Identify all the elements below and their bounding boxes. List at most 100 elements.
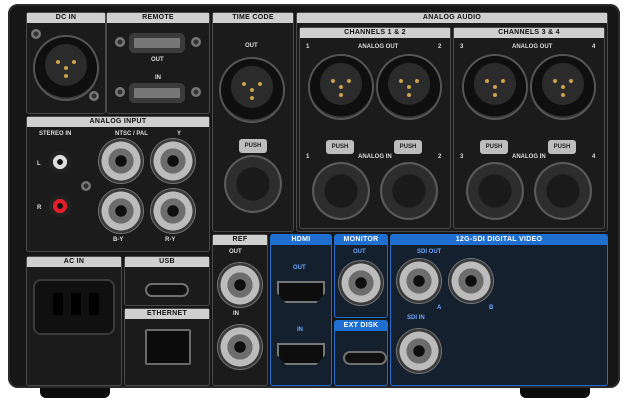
channels-1-2-panel: CHANNELS 1 & 2 1 ANALOG OUT 2 1 ANALOG I… [299, 27, 451, 229]
time-code-header: TIME CODE [213, 13, 293, 23]
hdmi-in-port[interactable] [277, 343, 325, 365]
ch2-out-label: 2 [438, 44, 442, 50]
ch1-out-label: 1 [306, 44, 310, 50]
y-bnc[interactable] [151, 139, 195, 183]
hdmi-out-label: OUT [293, 265, 306, 271]
ext-disk-usb-c-port[interactable] [343, 351, 387, 365]
channels-3-4-header: CHANNELS 3 & 4 [454, 28, 604, 38]
ch3-analog-in-connector[interactable] [466, 162, 524, 220]
sdi-header: 12G-SDI DIGITAL VIDEO [391, 235, 607, 245]
dc-in-panel: DC IN [26, 12, 106, 114]
monitor-panel: MONITOR OUT [334, 234, 388, 318]
ch2-analog-in-connector[interactable] [380, 162, 438, 220]
l-label: L [37, 161, 41, 167]
right-foot [520, 388, 590, 398]
channels-3-4-panel: CHANNELS 3 & 4 3 ANALOG OUT 4 3 ANALOG I… [453, 27, 605, 229]
ext-disk-header: EXT DISK [335, 321, 387, 331]
ref-out-label: OUT [229, 249, 242, 255]
ethernet-panel: ETHERNET [124, 308, 210, 386]
time-code-in-connector[interactable] [224, 155, 282, 213]
sdi-out-b-bnc[interactable] [449, 259, 493, 303]
screw-icon [191, 87, 201, 97]
ch3-in-label: 3 [460, 154, 464, 160]
r-y-bnc[interactable] [151, 189, 195, 233]
screw-icon [115, 87, 125, 97]
left-foot [40, 388, 110, 398]
sdi-out-a-bnc[interactable] [397, 259, 441, 303]
monitor-out-label: OUT [353, 249, 366, 255]
b-y-bnc[interactable] [99, 189, 143, 233]
sdi-out-label: SDI OUT [417, 249, 442, 255]
ch4-analog-in-connector[interactable] [534, 162, 592, 220]
analog-audio-panel: ANALOG AUDIO CHANNELS 1 & 2 1 ANALOG OUT… [296, 12, 608, 232]
hdmi-panel: HDMI OUT IN [270, 234, 332, 386]
ext-disk-panel: EXT DISK [334, 320, 388, 386]
time-code-panel: TIME CODE OUT PUSH [212, 12, 294, 232]
analog-in-label: ANALOG IN [358, 154, 392, 160]
ch1-analog-out-connector[interactable] [310, 56, 372, 118]
stereo-in-right[interactable] [49, 195, 71, 217]
usb-c-port[interactable] [145, 283, 189, 297]
screw-icon [191, 37, 201, 47]
ethernet-header: ETHERNET [125, 309, 209, 319]
ref-in-bnc[interactable] [218, 325, 262, 369]
ac-in-panel: AC IN [26, 256, 122, 386]
ch3-out-label: 3 [460, 44, 464, 50]
rear-panel: DC IN REMOTE OUT IN TIME CODE OUT PUSH A… [0, 0, 628, 400]
push-latch[interactable]: PUSH [239, 139, 267, 153]
ch4-out-label: 4 [592, 44, 596, 50]
analog-input-panel: ANALOG INPUT STEREO IN NTSC / PAL Y L R … [26, 116, 210, 252]
push-latch[interactable]: PUSH [326, 140, 354, 154]
ethernet-port[interactable] [145, 329, 191, 365]
usb-panel: USB [124, 256, 210, 306]
ref-header: REF [213, 235, 267, 245]
r-label: R [37, 205, 42, 211]
analog-out-label: ANALOG OUT [512, 44, 553, 50]
ac-power-inlet[interactable] [33, 279, 115, 335]
screw-icon [31, 29, 41, 39]
ref-out-bnc[interactable] [218, 263, 262, 307]
analog-out-label: ANALOG OUT [358, 44, 399, 50]
usb-header: USB [125, 257, 209, 267]
remote-panel: REMOTE OUT IN [106, 12, 210, 114]
sdi-a-label: A [437, 305, 442, 311]
ac-in-header: AC IN [27, 257, 121, 267]
ref-panel: REF OUT IN [212, 234, 268, 386]
ref-in-label: IN [233, 311, 239, 317]
analog-audio-header: ANALOG AUDIO [297, 13, 607, 23]
sdi-b-label: B [489, 305, 494, 311]
remote-in-label: IN [155, 75, 161, 81]
sdi-in-label: SDI IN [407, 315, 425, 321]
remote-header: REMOTE [107, 13, 209, 23]
sdi-panel: 12G-SDI DIGITAL VIDEO SDI OUT A B SDI IN [390, 234, 608, 386]
dc-in-connector[interactable] [35, 37, 97, 99]
hdmi-in-label: IN [297, 327, 303, 333]
ch3-analog-out-connector[interactable] [464, 56, 526, 118]
monitor-out-bnc[interactable] [339, 261, 383, 305]
y-label: Y [177, 131, 182, 137]
ch1-analog-in-connector[interactable] [312, 162, 370, 220]
sdi-in-bnc[interactable] [397, 329, 441, 373]
push-latch[interactable]: PUSH [548, 140, 576, 154]
hdmi-header: HDMI [271, 235, 331, 245]
ntsc-pal-bnc[interactable] [99, 139, 143, 183]
ch2-analog-out-connector[interactable] [378, 56, 440, 118]
ch1-in-label: 1 [306, 154, 310, 160]
r-y-label: R-Y [165, 237, 176, 243]
stereo-in-label: STEREO IN [39, 131, 72, 137]
time-code-out-label: OUT [245, 43, 258, 49]
screw-icon [81, 181, 91, 191]
ch2-in-label: 2 [438, 154, 442, 160]
screw-icon [89, 91, 99, 101]
remote-out-port[interactable] [129, 33, 185, 53]
screw-icon [115, 37, 125, 47]
push-latch[interactable]: PUSH [394, 140, 422, 154]
push-latch[interactable]: PUSH [480, 140, 508, 154]
hdmi-out-port[interactable] [277, 281, 325, 303]
time-code-out-connector[interactable] [221, 59, 283, 121]
analog-input-header: ANALOG INPUT [27, 117, 209, 127]
ch4-analog-out-connector[interactable] [532, 56, 594, 118]
remote-in-port[interactable] [129, 83, 185, 103]
ch4-in-label: 4 [592, 154, 596, 160]
stereo-in-left[interactable] [49, 151, 71, 173]
